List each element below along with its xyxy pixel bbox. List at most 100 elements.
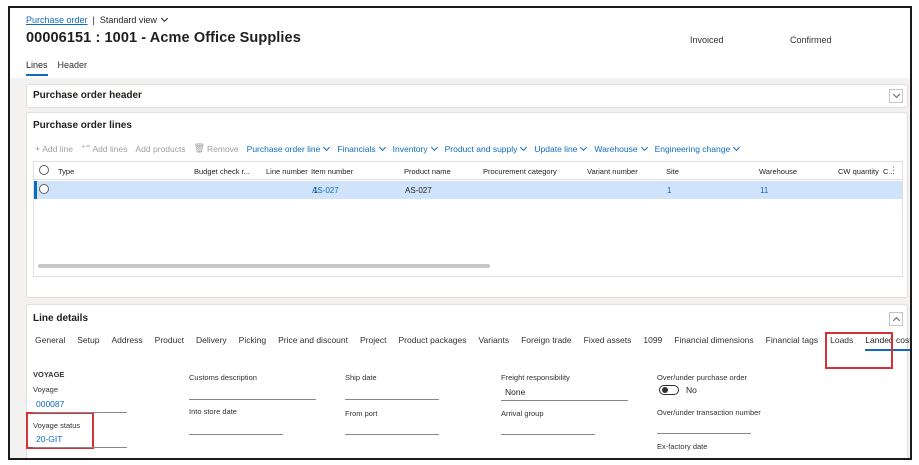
trash-icon: 🗑 xyxy=(193,143,205,153)
breadcrumb: Purchase order | Standard view xyxy=(26,14,168,25)
menu-label: Warehouse xyxy=(594,143,638,154)
over-under-transaction-number-label: Over/under transaction number xyxy=(657,408,761,417)
menu-label: Engineering change xyxy=(654,143,731,154)
menu-financials[interactable]: Financials xyxy=(337,143,386,154)
cell-warehouse[interactable]: 11 xyxy=(760,186,768,195)
tab-product-packages[interactable]: Product packages xyxy=(398,335,466,351)
add-lines-button[interactable]: ⁺⁼ Add lines xyxy=(81,143,127,154)
tab-1099[interactable]: 1099 xyxy=(643,335,662,351)
into-store-date-field[interactable] xyxy=(189,434,283,435)
tab-setup[interactable]: Setup xyxy=(77,335,99,351)
line-details-title: Line details xyxy=(33,313,89,324)
menu-engineering-change[interactable]: Engineering change xyxy=(654,143,741,154)
voyage-group-heading: VOYAGE xyxy=(33,370,65,379)
over-under-transaction-number-field[interactable] xyxy=(657,433,751,434)
column-header-type[interactable]: Type xyxy=(58,167,74,176)
add-products-label: Add products xyxy=(135,143,186,154)
voyage-field[interactable]: 000087 xyxy=(36,399,64,409)
ship-date-field[interactable] xyxy=(345,399,439,400)
tab-address[interactable]: Address xyxy=(111,335,142,351)
collapse-line-details-button[interactable] xyxy=(889,312,903,326)
chevron-down-icon xyxy=(733,143,741,151)
purchase-order-lines-section: Purchase order lines + Add line ⁺⁼ Add l… xyxy=(26,112,908,298)
more-options-icon[interactable]: ⋮ xyxy=(889,165,898,176)
tab-foreign-trade[interactable]: Foreign trade xyxy=(521,335,572,351)
ex-factory-date-label: Ex-factory date xyxy=(657,442,708,451)
customs-description-field[interactable] xyxy=(189,399,316,400)
tab-project[interactable]: Project xyxy=(360,335,386,351)
voyage-label: Voyage xyxy=(33,385,59,394)
breadcrumb-separator: | xyxy=(92,15,95,25)
tab-financial-dimensions[interactable]: Financial dimensions xyxy=(674,335,753,351)
from-port-label: From port xyxy=(345,409,378,418)
tab-lines[interactable]: Lines xyxy=(26,60,48,76)
add-line-button[interactable]: + Add line xyxy=(35,144,73,154)
row-select-radio[interactable] xyxy=(39,184,49,194)
remove-button[interactable]: 🗑 Remove xyxy=(194,143,239,154)
toggle-knob xyxy=(662,387,668,393)
freight-responsibility-underline xyxy=(501,400,628,401)
plus-icon: + xyxy=(35,143,41,154)
voyage-status-field[interactable]: 20-GIT xyxy=(36,434,62,444)
menu-label: Product and supply xyxy=(444,143,518,154)
tab-delivery[interactable]: Delivery xyxy=(196,335,227,351)
column-header-variant-number[interactable]: Variant number xyxy=(587,167,638,176)
select-all-radio[interactable] xyxy=(39,165,49,175)
chevron-down-icon xyxy=(430,143,438,151)
cell-item-number[interactable]: AS-027 xyxy=(312,186,339,195)
arrival-group-label: Arrival group xyxy=(501,409,544,418)
column-header-budget-check[interactable]: Budget check r... xyxy=(194,167,250,176)
over-under-purchase-order-toggle[interactable] xyxy=(659,385,679,395)
purchase-order-lines-title: Purchase order lines xyxy=(33,120,132,131)
freight-responsibility-field[interactable]: None xyxy=(505,387,525,397)
menu-update-line[interactable]: Update line xyxy=(534,143,588,154)
breadcrumb-purchase-order-link[interactable]: Purchase order xyxy=(26,15,88,25)
tab-fixed-assets[interactable]: Fixed assets xyxy=(584,335,632,351)
purchase-order-header-section: Purchase order header xyxy=(26,84,908,108)
menu-product-and-supply[interactable]: Product and supply xyxy=(444,143,528,154)
column-header-product-name[interactable]: Product name xyxy=(404,167,451,176)
menu-warehouse[interactable]: Warehouse xyxy=(594,143,648,154)
into-store-date-label: Into store date xyxy=(189,407,237,416)
tab-price-and-discount[interactable]: Price and discount xyxy=(278,335,348,351)
tab-header[interactable]: Header xyxy=(58,60,88,76)
line-details-section: Line details General Setup Address Produ… xyxy=(26,304,910,458)
chevron-down-icon xyxy=(378,143,386,151)
menu-purchase-order-line[interactable]: Purchase order line xyxy=(247,143,331,154)
horizontal-scrollbar[interactable] xyxy=(38,264,490,268)
chevron-down-icon xyxy=(640,143,648,151)
table-row[interactable]: 1 AS-027 AS-027 1 11 xyxy=(34,181,902,199)
tab-variants[interactable]: Variants xyxy=(479,335,510,351)
column-header-warehouse[interactable]: Warehouse xyxy=(759,167,797,176)
ship-date-label: Ship date xyxy=(345,373,377,382)
top-tabs: Lines Header xyxy=(26,60,87,76)
status-confirmed: Confirmed xyxy=(790,35,832,45)
status-invoiced: Invoiced xyxy=(690,35,724,45)
view-selector-label: Standard view xyxy=(99,15,157,25)
arrival-group-field[interactable] xyxy=(501,434,595,435)
expand-header-button[interactable] xyxy=(889,89,903,103)
grid-header-row: Type Budget check r... Line number Item … xyxy=(34,162,902,180)
chevron-up-icon xyxy=(892,316,900,325)
from-port-field[interactable] xyxy=(345,434,439,435)
menu-inventory[interactable]: Inventory xyxy=(393,143,438,154)
voyage-status-field-underline xyxy=(33,447,127,448)
cell-product-name: AS-027 xyxy=(405,186,432,195)
column-header-procurement-category[interactable]: Procurement category xyxy=(483,167,557,176)
view-selector[interactable]: Standard view xyxy=(99,14,168,25)
tab-general[interactable]: General xyxy=(35,335,65,351)
add-lines-label: Add lines xyxy=(92,143,128,154)
tab-product[interactable]: Product xyxy=(155,335,184,351)
voyage-status-label: Voyage status xyxy=(33,421,81,430)
customs-description-label: Customs description xyxy=(189,373,257,382)
purchase-order-header-title[interactable]: Purchase order header xyxy=(33,90,142,101)
cell-site[interactable]: 1 xyxy=(667,186,671,195)
tab-financial-tags[interactable]: Financial tags xyxy=(766,335,818,351)
add-products-button[interactable]: Add products xyxy=(135,144,185,154)
column-header-cw-quantity[interactable]: CW quantity xyxy=(838,167,879,176)
column-header-line-number[interactable]: Line number xyxy=(266,167,308,176)
column-header-site[interactable]: Site xyxy=(666,167,679,176)
column-header-item-number[interactable]: Item number xyxy=(311,167,353,176)
chevron-down-icon xyxy=(160,14,168,23)
tab-picking[interactable]: Picking xyxy=(239,335,266,351)
